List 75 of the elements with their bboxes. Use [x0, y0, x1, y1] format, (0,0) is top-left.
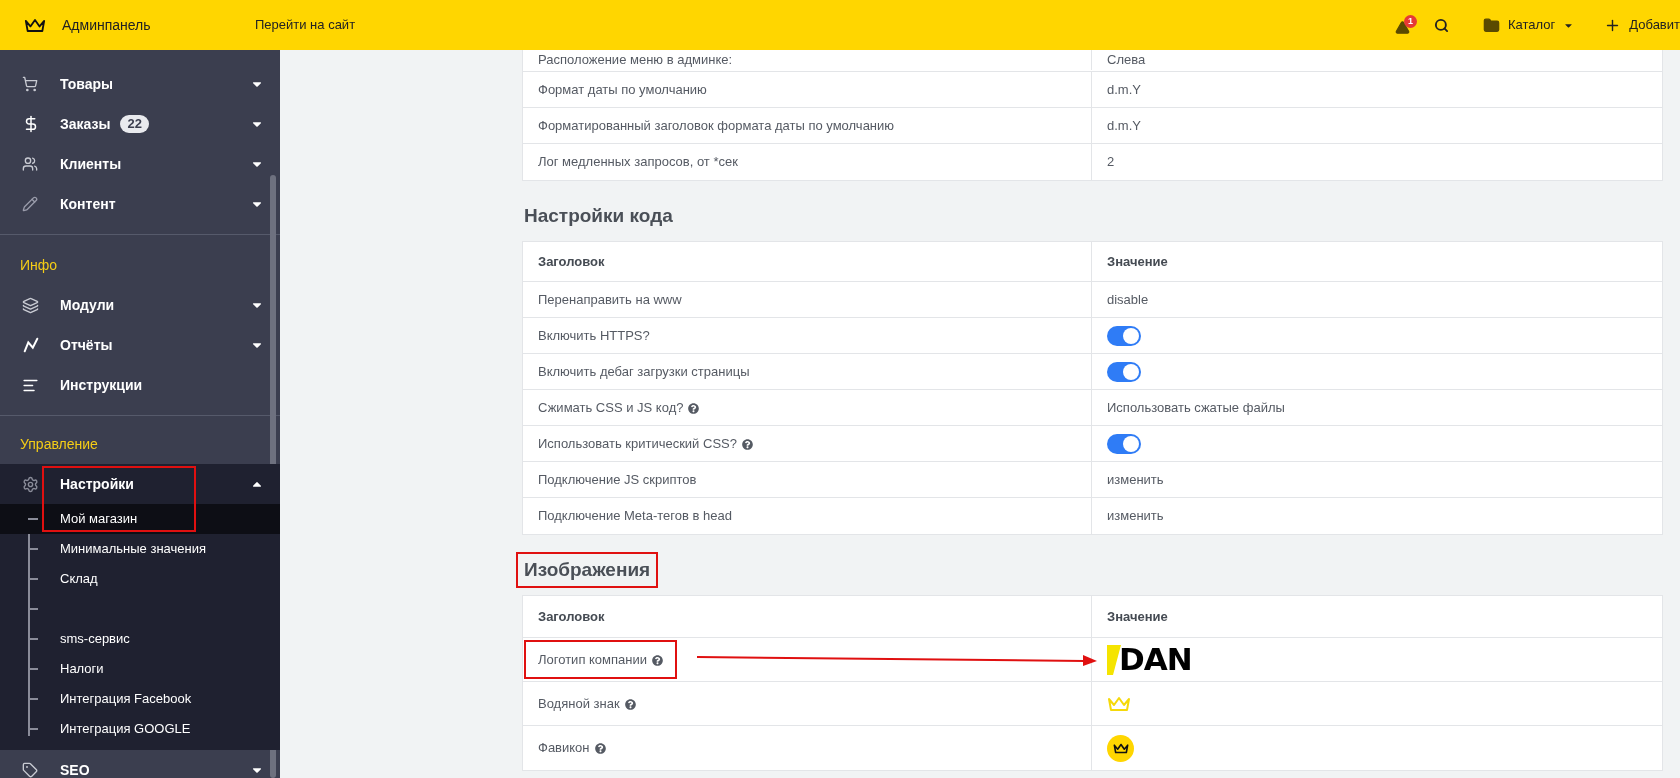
value-text: Использовать сжатые файлы: [1107, 398, 1285, 417]
help-icon: [688, 402, 700, 414]
pencil-icon: [22, 196, 38, 212]
submenu-item[interactable]: Налоги: [0, 654, 280, 684]
submenu-item[interactable]: Минимальные значения: [0, 534, 280, 564]
folder-icon: [1483, 16, 1501, 34]
row-label: Формат даты по умолчанию: [538, 80, 707, 99]
brand-name: Админпанель: [62, 15, 151, 35]
search-icon[interactable]: [1434, 17, 1450, 33]
line-chart-icon: [22, 336, 40, 354]
row-label: Включить дебаг загрузки страницы: [538, 362, 750, 381]
value-text: изменить: [1107, 507, 1164, 526]
row-label: Форматированный заголовок формата даты по умолчанию: [538, 116, 895, 135]
row-label: Логотип компании: [524, 639, 677, 680]
section-title: Изображения: [516, 551, 659, 589]
sidebar-section-title: Инфо: [19, 255, 59, 275]
value-text: 2: [1107, 153, 1115, 172]
section-title: Настройки кода: [523, 203, 674, 228]
row-label: Сжимать CSS и JS код?: [538, 397, 700, 418]
users-icon: [22, 156, 38, 172]
warning-icon: [1395, 20, 1411, 35]
help-icon: [594, 743, 606, 755]
column-header: Заголовок: [523, 596, 1092, 637]
count-badge: 22: [120, 115, 149, 133]
column-header: Значение: [1106, 607, 1169, 626]
help-icon: [652, 654, 663, 666]
row-label: Использовать критический CSS?: [538, 433, 753, 454]
value-text: disable: [1107, 290, 1149, 309]
row-label: Включить HTTPS?: [538, 326, 650, 345]
sidebar-item[interactable]: Товары: [0, 64, 280, 104]
sidebar-item[interactable]: Отчёты: [0, 325, 280, 365]
row-label: Расположение меню в админке:: [538, 51, 733, 69]
alert-badge: 1: [1404, 15, 1418, 28]
toggle-switch[interactable]: [1107, 433, 1141, 454]
row-label: Водяной знак: [538, 693, 636, 714]
catalog-menu[interactable]: Каталог: [1483, 15, 1575, 35]
toggle-switch[interactable]: [1107, 361, 1141, 382]
site-link[interactable]: Перейти на сайт: [255, 15, 356, 35]
submenu-item[interactable]: Мой магазин: [0, 504, 280, 534]
value-text: d.m.Y: [1107, 116, 1141, 135]
sidebar-item[interactable]: SEO: [0, 750, 280, 778]
crown-icon: [1107, 695, 1131, 712]
sidebar-item[interactable]: Контент: [0, 184, 280, 224]
sidebar-item[interactable]: Инструкции: [0, 365, 280, 405]
value-text: Слева: [1107, 51, 1146, 69]
favicon-icon: [1107, 734, 1134, 762]
help-icon: [741, 438, 753, 450]
row-label: Подключение JS скриптов: [538, 470, 697, 489]
sidebar-item[interactable]: Заказы 22: [0, 104, 280, 144]
row-label: Подключение Meta-тегов в head: [538, 507, 732, 526]
alert-button[interactable]: 1: [1395, 15, 1417, 35]
crown-icon: [24, 17, 46, 33]
submenu-item[interactable]: sms-сервис: [0, 624, 280, 654]
row-label: Перенаправить на www: [538, 290, 682, 309]
sidebar-item[interactable]: Настройки: [0, 464, 280, 504]
help-icon: [624, 698, 636, 710]
tag-icon: [22, 762, 38, 778]
value-text: изменить: [1107, 470, 1164, 489]
value-text: d.m.Y: [1107, 80, 1141, 99]
submenu-item[interactable]: Интеграция Facebook: [0, 684, 280, 714]
sidebar-item[interactable]: Модули: [0, 285, 280, 325]
submenu-item[interactable]: Склад: [0, 564, 280, 594]
column-header: Заголовок: [523, 242, 1092, 281]
row-label: Фавикон: [538, 738, 606, 758]
submenu-item[interactable]: Интеграция GOOGLE: [0, 714, 280, 744]
settings-icon: [22, 475, 39, 493]
toggle-switch[interactable]: [1107, 325, 1141, 346]
add-button[interactable]: Добавит: [1604, 15, 1680, 35]
sidebar-item[interactable]: Клиенты: [0, 144, 280, 184]
column-header: Значение: [1106, 252, 1169, 271]
layers-icon: [22, 296, 39, 314]
row-label: Лог медленных запросов, от *сек: [538, 153, 738, 172]
sidebar-section-title: Управление: [19, 434, 99, 454]
cart-icon: [22, 76, 38, 92]
company-logo: DAN: [1107, 644, 1192, 675]
